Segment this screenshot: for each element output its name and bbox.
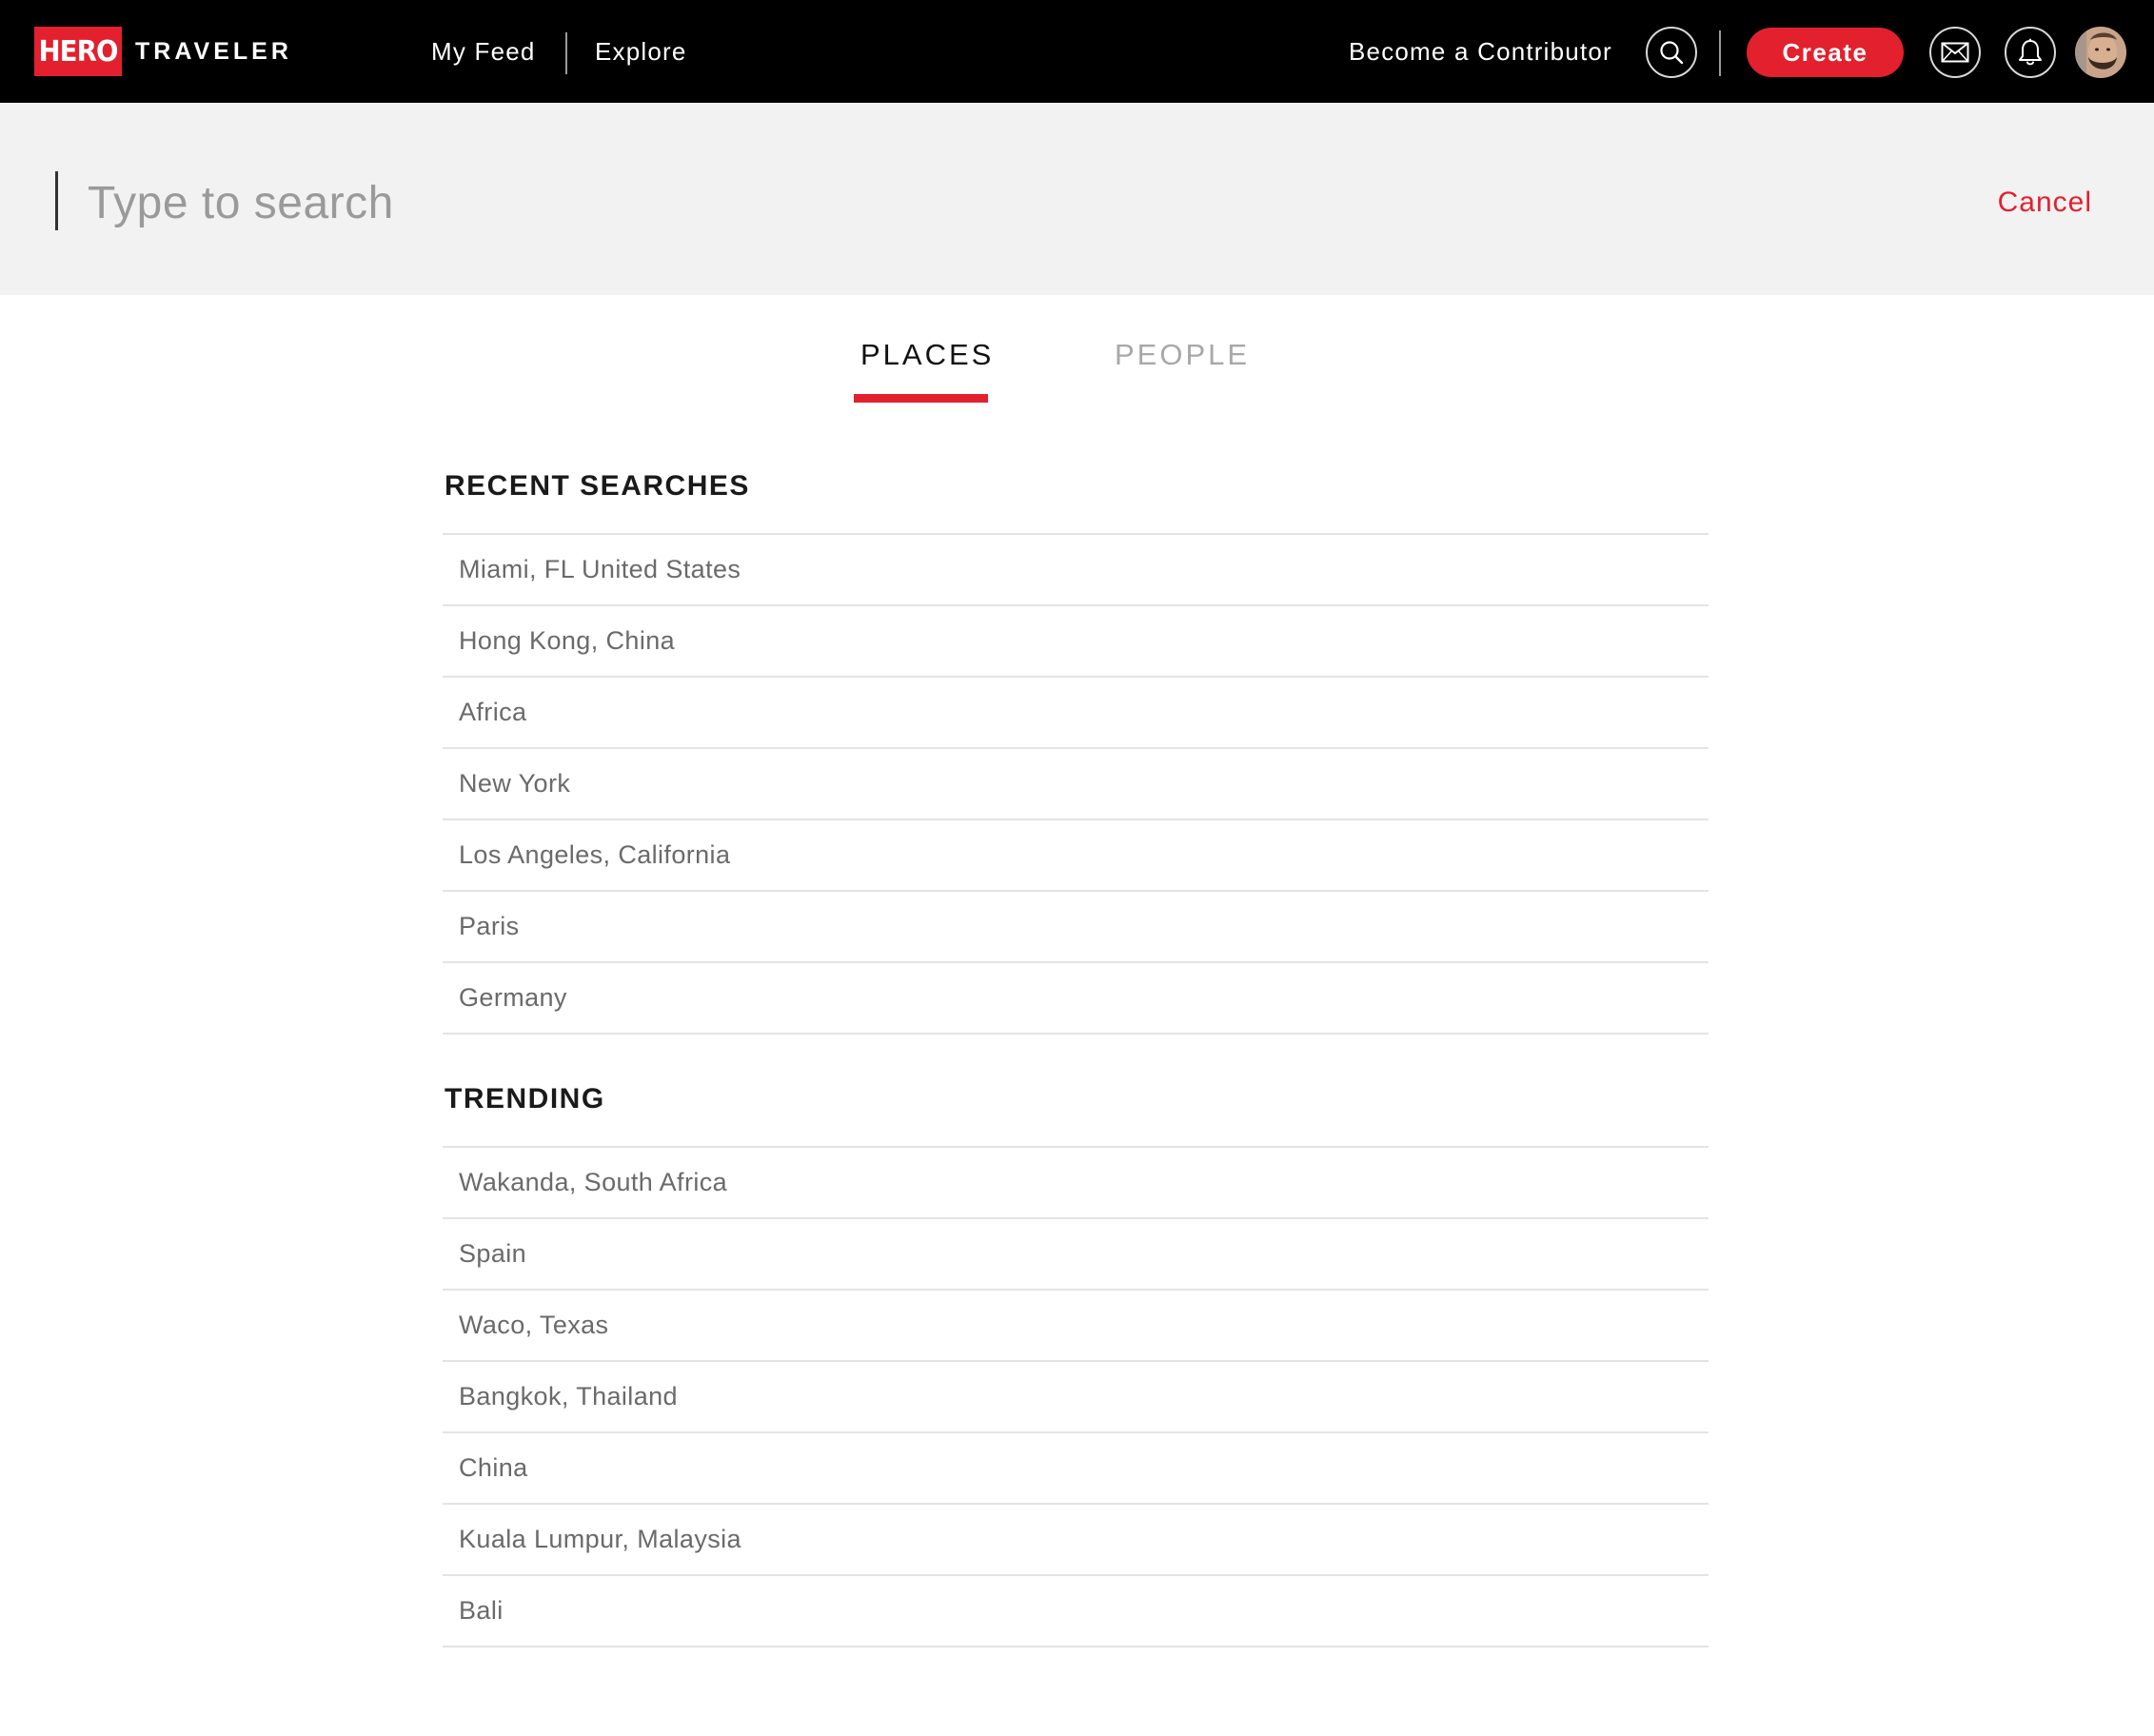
list-item[interactable]: Spain xyxy=(443,1219,1709,1291)
search-icon xyxy=(1660,41,1684,65)
nav-divider xyxy=(1719,30,1721,76)
recent-searches-list: Miami, FL United States Hong Kong, China… xyxy=(443,533,1709,1035)
nav-divider xyxy=(565,32,567,74)
search-bar-area: Cancel xyxy=(0,103,2154,295)
list-item[interactable]: Germany xyxy=(443,963,1709,1035)
avatar-icon xyxy=(2075,27,2126,78)
tab-people[interactable]: PEOPLE xyxy=(1115,338,1250,372)
search-input[interactable] xyxy=(88,160,1896,246)
logo-hero-text: HERO xyxy=(34,27,122,76)
trending-heading: TRENDING xyxy=(445,1083,605,1115)
text-cursor xyxy=(55,171,58,230)
user-avatar[interactable] xyxy=(2075,27,2126,78)
create-button[interactable]: Create xyxy=(1747,28,1904,77)
cancel-button[interactable]: Cancel xyxy=(1998,187,2092,219)
bell-icon xyxy=(2019,38,2042,66)
notifications-button[interactable] xyxy=(2005,27,2056,78)
list-item[interactable]: Los Angeles, California xyxy=(443,820,1709,892)
recent-searches-heading: RECENT SEARCHES xyxy=(445,470,750,502)
mail-icon xyxy=(1941,42,1969,63)
list-item[interactable]: Miami, FL United States xyxy=(443,535,1709,606)
trending-list: Wakanda, South Africa Spain Waco, Texas … xyxy=(443,1146,1709,1647)
list-item[interactable]: Waco, Texas xyxy=(443,1291,1709,1362)
list-item[interactable]: China xyxy=(443,1433,1709,1505)
list-item[interactable]: Kuala Lumpur, Malaysia xyxy=(443,1505,1709,1576)
search-button[interactable] xyxy=(1646,27,1697,78)
logo-traveler-text: TRAVELER xyxy=(135,37,292,65)
top-navbar: HERO TRAVELER My Feed Explore Become a C… xyxy=(0,0,2154,103)
become-contributor-link[interactable]: Become a Contributor xyxy=(1349,0,1612,103)
hero-traveler-logo[interactable]: HERO TRAVELER xyxy=(30,27,292,76)
tab-places[interactable]: PLACES xyxy=(860,338,994,372)
list-item[interactable]: Bangkok, Thailand xyxy=(443,1362,1709,1433)
messages-button[interactable] xyxy=(1929,27,1981,78)
list-item[interactable]: Wakanda, South Africa xyxy=(443,1148,1709,1219)
list-item[interactable]: Hong Kong, China xyxy=(443,606,1709,678)
nav-explore[interactable]: Explore xyxy=(595,0,687,103)
list-item[interactable]: New York xyxy=(443,749,1709,820)
list-item[interactable]: Africa xyxy=(443,678,1709,749)
nav-my-feed[interactable]: My Feed xyxy=(431,0,536,103)
list-item[interactable]: Paris xyxy=(443,892,1709,963)
active-tab-indicator xyxy=(854,394,988,403)
list-item[interactable]: Bali xyxy=(443,1576,1709,1647)
